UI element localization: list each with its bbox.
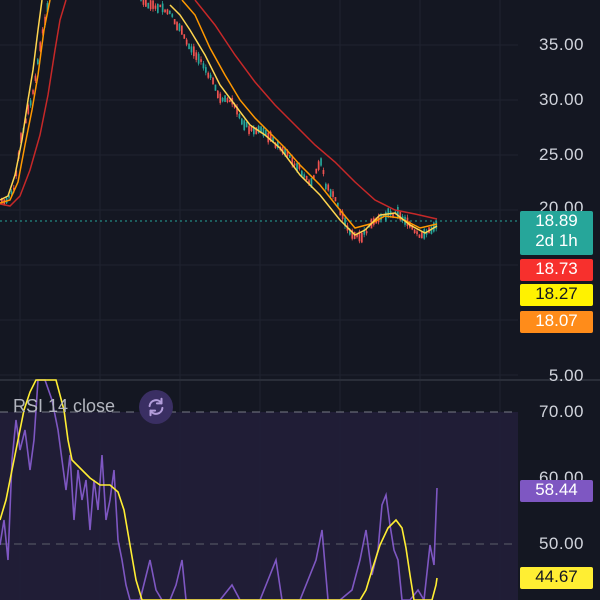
candle-body	[169, 10, 171, 14]
candle-body	[365, 231, 368, 234]
candle-body	[209, 74, 212, 78]
ma-yellow-price-tag: 18.27	[520, 284, 593, 306]
candle-body	[176, 22, 178, 30]
ma-red-line-2	[194, 0, 438, 220]
candle-body	[413, 229, 416, 234]
candle-body	[214, 84, 217, 91]
candle-body	[226, 98, 229, 103]
candle-body	[416, 231, 418, 235]
candle-body	[238, 114, 241, 119]
candle-body	[219, 93, 222, 103]
candle-body	[195, 52, 198, 60]
candle-body	[10, 190, 13, 194]
candle-body	[152, 0, 154, 9]
candle-body	[202, 63, 205, 69]
rsi-axis-tick: 70.00	[538, 402, 584, 421]
candle-body	[164, 9, 166, 13]
candle-body	[190, 46, 193, 53]
rsi-legend-label[interactable]: RSI 14 close	[13, 396, 115, 417]
ma-orange-price-tag: 18.07	[520, 311, 593, 333]
trading-chart[interactable]: 35.00 30.00 25.00 20.00 5.00 70.00 60.00…	[0, 0, 600, 600]
current-price-value: 18.89	[535, 211, 578, 230]
refresh-icon	[148, 397, 164, 417]
rsi-band	[0, 412, 518, 600]
candle-body	[418, 234, 421, 238]
candle-body	[245, 121, 248, 128]
candle-body	[322, 170, 325, 175]
candle-body	[361, 232, 363, 243]
rsi-ma-value-tag: 44.67	[520, 567, 593, 589]
price-axis-tick: 5.00	[548, 366, 584, 385]
candle-body	[154, 5, 157, 9]
candle-body	[289, 155, 291, 158]
candle-body	[334, 197, 337, 202]
rsi-axis-tick: 50.00	[538, 534, 584, 553]
rsi-value-tag: 58.44	[520, 480, 593, 502]
candle-body	[34, 75, 37, 81]
candle-body	[147, 2, 150, 9]
candle-body	[305, 176, 308, 180]
candle-body	[229, 99, 231, 103]
candle-body	[327, 184, 330, 191]
candle-body	[188, 43, 190, 50]
candle-body	[243, 120, 246, 130]
candle-body	[325, 183, 327, 190]
candle-body	[421, 232, 423, 239]
candle-body	[329, 189, 332, 197]
candle-body	[317, 161, 320, 170]
candle-body	[142, 0, 145, 5]
candle-body	[181, 25, 183, 35]
candle-body	[149, 0, 152, 10]
chart-canvas[interactable]	[0, 0, 600, 600]
price-axis-tick: 30.00	[538, 90, 584, 109]
candle-body	[301, 170, 303, 176]
current-price-tag: 18.89 2d 1h	[520, 211, 593, 255]
candle-body	[193, 46, 195, 57]
candle-body	[140, 0, 142, 1]
candle-body	[145, 0, 147, 7]
candle-body	[207, 72, 210, 78]
ma-red-price-tag: 18.73	[520, 259, 593, 281]
candlestick-series	[1, 0, 438, 244]
candle-body	[221, 97, 224, 102]
candle-body	[217, 90, 219, 98]
candle-body	[212, 77, 214, 85]
candle-body	[332, 191, 334, 197]
candle-body	[37, 59, 39, 64]
ma-yellow-line-2	[169, 4, 438, 236]
price-axis-tick: 35.00	[538, 35, 584, 54]
candle-body	[178, 23, 181, 31]
candle-body	[157, 3, 159, 13]
candle-body	[173, 19, 176, 25]
candle-body	[161, 3, 164, 13]
candle-body	[171, 14, 174, 17]
candle-body	[248, 126, 250, 134]
candle-body	[423, 229, 426, 239]
candle-body	[32, 90, 34, 94]
candle-body	[197, 53, 200, 64]
candle-body	[205, 67, 207, 73]
candle-body	[303, 174, 306, 178]
candle-body	[183, 34, 186, 39]
candle-body	[315, 168, 318, 174]
candle-body	[320, 158, 322, 166]
candle-body	[293, 163, 296, 166]
bar-countdown: 2d 1h	[535, 231, 578, 250]
candle-body	[159, 4, 162, 8]
refresh-button[interactable]	[139, 390, 173, 424]
candle-body	[166, 9, 169, 15]
candle-body	[224, 95, 226, 102]
candle-body	[185, 39, 188, 45]
candle-body	[241, 118, 243, 125]
candle-body	[29, 100, 32, 106]
price-axis-tick: 25.00	[538, 145, 584, 164]
candle-body	[200, 59, 202, 62]
